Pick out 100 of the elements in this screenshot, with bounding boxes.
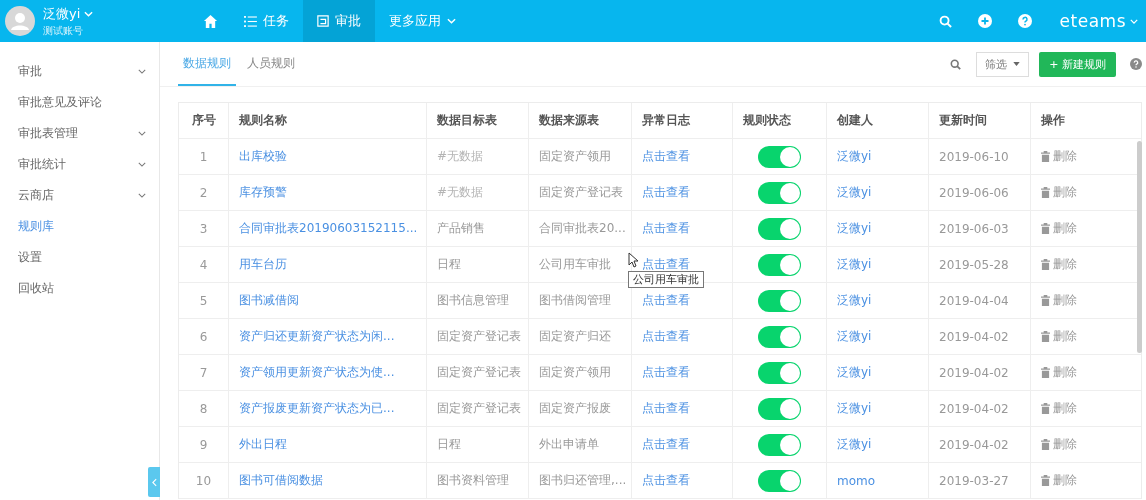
creator-link[interactable]: 泛微yi (837, 220, 872, 237)
view-log-link[interactable]: 点击查看 (642, 472, 690, 489)
table-cell: 固定资产登记表 (427, 319, 529, 354)
status-toggle[interactable] (758, 145, 801, 168)
table-cell: 2019-06-03 (929, 211, 1031, 246)
collapse-handle[interactable] (148, 467, 160, 497)
table-cell: 2019-04-02 (929, 391, 1031, 426)
column-header: 数据目标表 (427, 103, 529, 138)
help-icon[interactable] (1130, 58, 1142, 70)
view-log-link[interactable]: 点击查看 (642, 328, 690, 345)
rule-name-link[interactable]: 合同审批表20190603152115... (239, 220, 418, 237)
caret-icon[interactable] (84, 10, 94, 17)
status-toggle[interactable] (758, 433, 801, 456)
brand-logo[interactable]: eteams (1059, 11, 1126, 31)
trash-icon (1041, 439, 1050, 450)
sidebar-item[interactable]: 云商店 (0, 180, 159, 211)
creator-link[interactable]: 泛微yi (837, 292, 872, 309)
search-icon[interactable] (950, 58, 962, 70)
view-log-link[interactable]: 点击查看 (642, 220, 690, 237)
table-cell: 图书信息管理 (427, 283, 529, 318)
creator-link[interactable]: 泛微yi (837, 256, 872, 273)
column-header: 更新时间 (929, 103, 1031, 138)
rule-name-link[interactable]: 库存预警 (239, 184, 287, 201)
view-log-link[interactable]: 点击查看 (642, 184, 690, 201)
trash-icon (1041, 259, 1050, 270)
table-cell: 固定资产报废 (529, 391, 632, 426)
nav-tab[interactable]: 任务 (230, 0, 303, 42)
rule-name-link[interactable]: 用车台历 (239, 256, 287, 273)
delete-button[interactable]: 删除 (1041, 220, 1077, 237)
view-log-link[interactable]: 点击查看 (642, 292, 690, 309)
creator-link[interactable]: 泛微yi (837, 364, 872, 381)
column-header: 创建人 (827, 103, 929, 138)
table-cell: 2019-04-02 (929, 355, 1031, 390)
view-log-link[interactable]: 点击查看 (642, 148, 690, 165)
delete-button[interactable]: 删除 (1041, 292, 1077, 309)
trash-icon (1041, 151, 1050, 162)
status-toggle[interactable] (758, 469, 801, 492)
creator-link[interactable]: 泛微yi (837, 148, 872, 165)
sidebar-item[interactable]: 审批表管理 (0, 118, 159, 149)
table-cell: 固定资产归还 (529, 319, 632, 354)
status-toggle[interactable] (758, 253, 801, 276)
view-log-link[interactable]: 点击查看 (642, 364, 690, 381)
sidebar-item[interactable]: 设置 (0, 242, 159, 273)
trash-icon (1041, 367, 1050, 378)
sidebar-item[interactable]: 审批 (0, 56, 159, 87)
avatar-icon[interactable] (5, 6, 35, 36)
status-toggle[interactable] (758, 325, 801, 348)
view-log-link[interactable]: 点击查看 (642, 400, 690, 417)
rule-name-link[interactable]: 外出日程 (239, 436, 287, 453)
help-icon[interactable] (1017, 14, 1032, 28)
delete-button[interactable]: 删除 (1041, 436, 1077, 453)
form-icon (317, 15, 329, 27)
table-cell: 图书归还管理,... (529, 463, 632, 498)
sidebar-item[interactable]: 回收站 (0, 273, 159, 304)
rule-name-link[interactable]: 图书可借阅数据 (239, 472, 323, 489)
delete-button[interactable]: 删除 (1041, 256, 1077, 273)
status-toggle[interactable] (758, 289, 801, 312)
nav-tab[interactable]: 审批 (303, 0, 375, 42)
table-cell: 9 (179, 427, 229, 462)
status-toggle[interactable] (758, 397, 801, 420)
rule-name-link[interactable]: 资产报废更新资产状态为已... (239, 400, 395, 417)
new-rule-button[interactable]: + 新建规则 (1039, 51, 1116, 77)
creator-link[interactable]: 泛微yi (837, 184, 872, 201)
user-name[interactable]: 泛微yi (43, 4, 81, 23)
filter-dropdown[interactable]: 筛选 (976, 51, 1030, 77)
rule-name-link[interactable]: 图书减借阅 (239, 292, 299, 309)
delete-button[interactable]: 删除 (1041, 184, 1077, 201)
caret-icon (447, 18, 456, 24)
sidebar-item[interactable]: 规则库 (0, 211, 159, 242)
tab[interactable]: 数据规则 (178, 42, 236, 86)
tab[interactable]: 人员规则 (242, 42, 300, 86)
creator-link[interactable]: momo (837, 473, 876, 488)
table-cell: 产品销售 (427, 211, 529, 246)
sidebar-item[interactable]: 审批意见及评论 (0, 87, 159, 118)
delete-button[interactable]: 删除 (1041, 472, 1077, 489)
rule-name-link[interactable]: 资产领用更新资产状态为使... (239, 364, 395, 381)
delete-button[interactable]: 删除 (1041, 364, 1077, 381)
status-toggle[interactable] (758, 217, 801, 240)
caret-icon[interactable] (1130, 18, 1138, 24)
status-toggle[interactable] (758, 361, 801, 384)
delete-button[interactable]: 删除 (1041, 148, 1077, 165)
delete-button[interactable]: 删除 (1041, 400, 1077, 417)
table-cell: #无数据 (427, 139, 529, 174)
rule-name-link[interactable]: 资产归还更新资产状态为闲... (239, 328, 395, 345)
creator-link[interactable]: 泛微yi (837, 328, 872, 345)
rule-name-link[interactable]: 出库校验 (239, 148, 287, 165)
delete-button[interactable]: 删除 (1041, 328, 1077, 345)
status-toggle[interactable] (758, 181, 801, 204)
creator-link[interactable]: 泛微yi (837, 436, 872, 453)
view-log-link[interactable]: 点击查看 (642, 256, 690, 273)
account-label: 测试账号 (43, 23, 84, 38)
table-cell: 2019-04-04 (929, 283, 1031, 318)
sidebar-item[interactable]: 审批统计 (0, 149, 159, 180)
nav-tab[interactable]: 更多应用 (375, 0, 470, 42)
search-icon[interactable] (938, 14, 952, 28)
scrollbar-thumb[interactable] (1137, 141, 1142, 353)
table-cell: 图书资料管理 (427, 463, 529, 498)
view-log-link[interactable]: 点击查看 (642, 436, 690, 453)
creator-link[interactable]: 泛微yi (837, 400, 872, 417)
add-icon[interactable] (977, 14, 992, 28)
